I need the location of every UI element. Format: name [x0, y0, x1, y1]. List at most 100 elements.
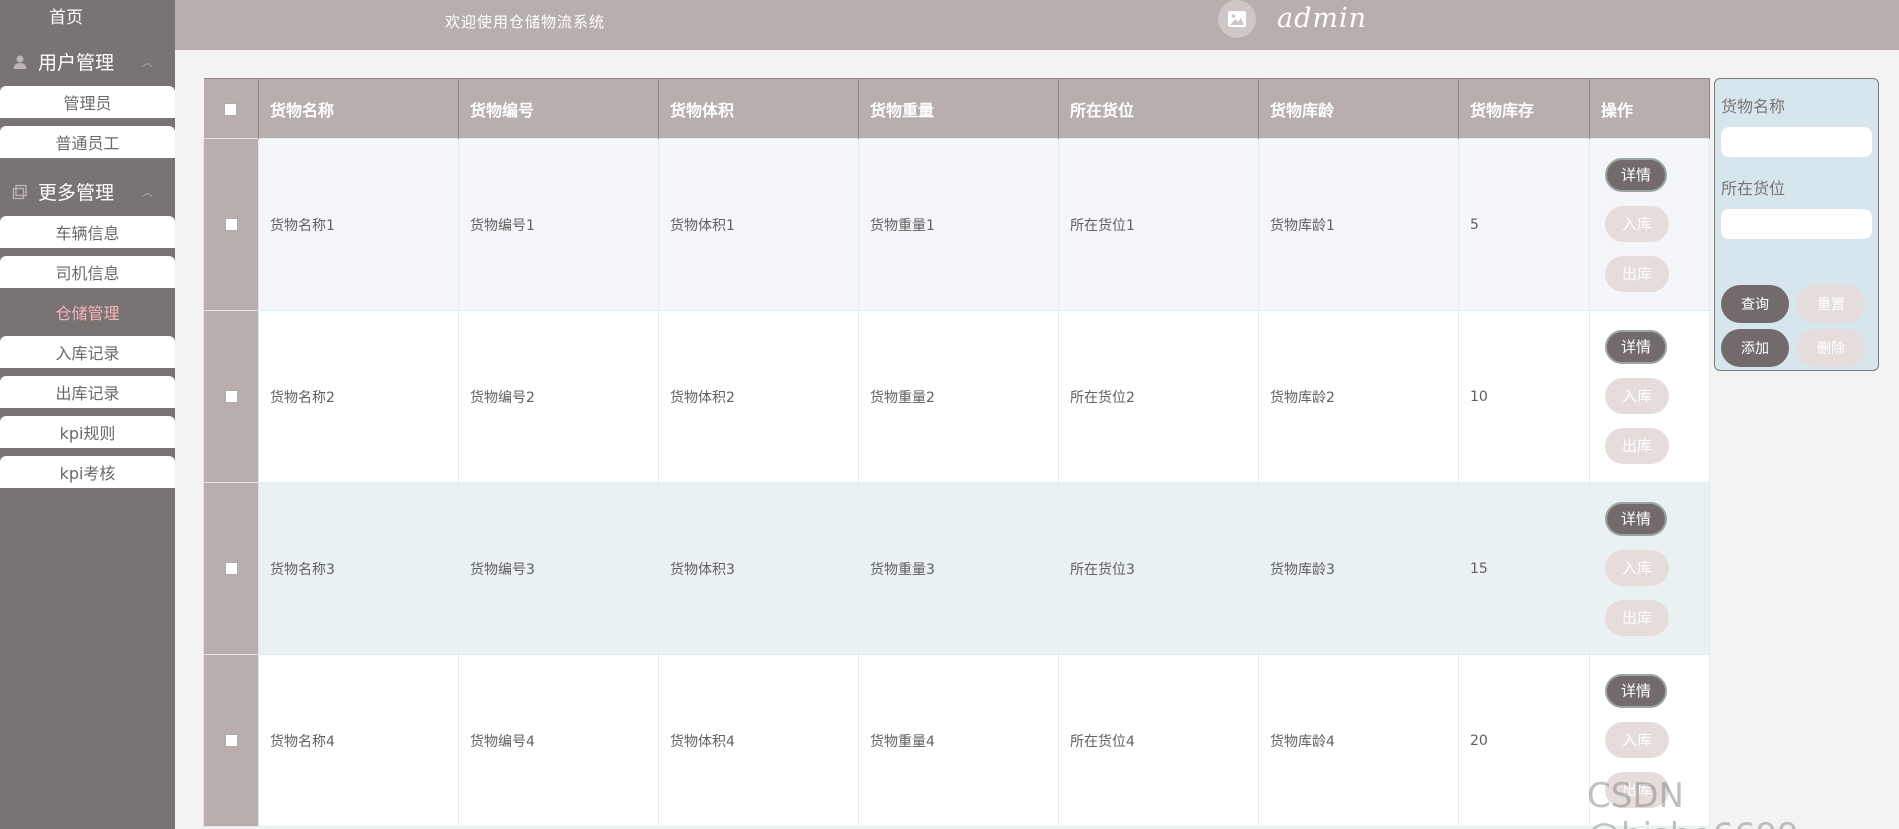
column-header: 所在货位: [1058, 78, 1259, 139]
inbound-button[interactable]: 入库: [1605, 205, 1669, 242]
sidebar-group-user-management[interactable]: 用户管理 ︿: [0, 36, 175, 86]
cell-goods-weight: 货物重量3: [858, 482, 1059, 655]
row-checkbox[interactable]: [224, 734, 238, 747]
cell-location: 所在货位4: [1058, 654, 1259, 827]
outbound-button[interactable]: 出库: [1605, 255, 1669, 292]
row-checkbox-cell: [203, 482, 259, 655]
sidebar-item-inbound-records[interactable]: 入库记录: [0, 336, 175, 368]
inbound-button[interactable]: 入库: [1605, 721, 1669, 758]
chevron-up-icon: ︿: [142, 56, 153, 69]
cell-goods-volume: 货物体积2: [658, 310, 859, 483]
location-label: 所在货位: [1721, 179, 1786, 198]
delete-button[interactable]: 删除: [1797, 329, 1865, 367]
column-header: 货物名称: [258, 78, 459, 139]
cell-goods-code: 货物编号2: [458, 310, 659, 483]
image-icon: [1228, 11, 1246, 27]
row-checkbox[interactable]: [224, 218, 238, 231]
column-header: 货物重量: [858, 78, 1059, 139]
cell-actions: 详情 入库 出库: [1589, 310, 1710, 483]
cell-goods-name: 货物名称2: [258, 310, 459, 483]
sidebar-group-more-management[interactable]: 更多管理 ︿: [0, 166, 175, 216]
cell-goods-weight: 货物重量4: [858, 654, 1059, 827]
outbound-button[interactable]: 出库: [1605, 599, 1669, 636]
column-header: 货物库存: [1458, 78, 1590, 139]
cell-goods-age: 货物库龄4: [1258, 654, 1459, 827]
detail-button[interactable]: 详情: [1605, 157, 1667, 192]
inbound-button[interactable]: 入库: [1605, 377, 1669, 414]
search-panel: 货物名称 所在货位 查询 重置 添加 删除: [1714, 78, 1879, 371]
cell-goods-weight: 货物重量1: [858, 138, 1059, 311]
detail-button[interactable]: 详情: [1605, 501, 1667, 536]
add-button[interactable]: 添加: [1721, 329, 1789, 367]
sidebar-item-drivers[interactable]: 司机信息: [0, 256, 175, 288]
user-icon: [12, 53, 28, 69]
cell-goods-code: 货物编号3: [458, 482, 659, 655]
cell-goods-name: 货物名称1: [258, 138, 459, 311]
copy-icon: [12, 183, 28, 200]
cell-location: 所在货位2: [1058, 310, 1259, 483]
username[interactable]: admin: [1277, 3, 1367, 34]
column-header: 货物体积: [658, 78, 859, 139]
sidebar-item-staff[interactable]: 普通员工: [0, 126, 175, 158]
avatar[interactable]: [1218, 0, 1256, 38]
table-row: 货物名称4 货物编号4 货物体积4 货物重量4 所在货位4 货物库龄4 20 详…: [203, 654, 1710, 827]
table-header-row: 货物名称 货物编号 货物体积 货物重量 所在货位 货物库龄 货物库存 操作: [203, 78, 1710, 139]
cell-stock: 5: [1458, 138, 1590, 311]
cell-actions: 详情 入库 出库: [1589, 482, 1710, 655]
cell-goods-code: 货物编号4: [458, 654, 659, 827]
row-checkbox-cell: [203, 310, 259, 483]
cell-goods-volume: 货物体积3: [658, 482, 859, 655]
select-all-checkbox[interactable]: [224, 103, 238, 116]
cell-actions: 详情 入库 出库: [1589, 138, 1710, 311]
row-checkbox-cell: [203, 654, 259, 827]
sidebar-item-home[interactable]: 首页: [0, 0, 132, 36]
cell-goods-volume: 货物体积4: [658, 654, 859, 827]
sidebar-group-label: 更多管理: [38, 181, 115, 204]
chevron-up-icon: ︿: [142, 186, 153, 199]
sidebar-item-admin[interactable]: 管理员: [0, 86, 175, 118]
cell-goods-age: 货物库龄3: [1258, 482, 1459, 655]
cell-goods-name: 货物名称4: [258, 654, 459, 827]
sidebar: 首页 用户管理 ︿ 管理员 普通员工 更多管理 ︿ 车辆信息 司机信息 仓储管理…: [0, 0, 175, 829]
reset-button[interactable]: 重置: [1797, 285, 1865, 323]
cell-location: 所在货位3: [1058, 482, 1259, 655]
cell-goods-age: 货物库龄2: [1258, 310, 1459, 483]
outbound-button[interactable]: 出库: [1605, 427, 1669, 464]
table-row: 货物名称1 货物编号1 货物体积1 货物重量1 所在货位1 货物库龄1 5 详情…: [203, 138, 1710, 311]
goods-table: 货物名称 货物编号 货物体积 货物重量 所在货位 货物库龄 货物库存 操作 货物…: [203, 78, 1710, 827]
welcome-text: 欢迎使用仓储物流系统: [445, 13, 606, 31]
sidebar-item-vehicles[interactable]: 车辆信息: [0, 216, 175, 248]
header: 欢迎使用仓储物流系统 admin: [175, 0, 1899, 50]
sidebar-group-label: 用户管理: [38, 51, 115, 74]
goods-name-label: 货物名称: [1721, 97, 1786, 116]
row-checkbox[interactable]: [224, 562, 238, 575]
cell-stock: 20: [1458, 654, 1590, 827]
table-row: 货物名称3 货物编号3 货物体积3 货物重量3 所在货位3 货物库龄3 15 详…: [203, 482, 1710, 655]
row-checkbox[interactable]: [224, 390, 238, 403]
goods-name-input[interactable]: [1721, 127, 1872, 157]
column-header: 操作: [1589, 78, 1710, 139]
cell-goods-volume: 货物体积1: [658, 138, 859, 311]
column-header: 货物编号: [458, 78, 659, 139]
table-row: 货物名称2 货物编号2 货物体积2 货物重量2 所在货位2 货物库龄2 10 详…: [203, 310, 1710, 483]
cell-goods-name: 货物名称3: [258, 482, 459, 655]
select-all-checkbox-cell: [203, 78, 259, 139]
cell-goods-weight: 货物重量2: [858, 310, 1059, 483]
watermark: CSDN @bishe6699: [1587, 776, 1799, 829]
row-checkbox-cell: [203, 138, 259, 311]
cell-stock: 15: [1458, 482, 1590, 655]
column-header: 货物库龄: [1258, 78, 1459, 139]
sidebar-item-storage[interactable]: 仓储管理: [0, 296, 175, 328]
sidebar-item-outbound-records[interactable]: 出库记录: [0, 376, 175, 408]
detail-button[interactable]: 详情: [1605, 329, 1667, 364]
location-input[interactable]: [1721, 209, 1872, 239]
cell-goods-age: 货物库龄1: [1258, 138, 1459, 311]
sidebar-item-kpi-assessment[interactable]: kpi考核: [0, 456, 175, 488]
cell-location: 所在货位1: [1058, 138, 1259, 311]
query-button[interactable]: 查询: [1721, 285, 1789, 323]
detail-button[interactable]: 详情: [1605, 673, 1667, 708]
cell-stock: 10: [1458, 310, 1590, 483]
sidebar-item-kpi-rules[interactable]: kpi规则: [0, 416, 175, 448]
inbound-button[interactable]: 入库: [1605, 549, 1669, 586]
cell-goods-code: 货物编号1: [458, 138, 659, 311]
